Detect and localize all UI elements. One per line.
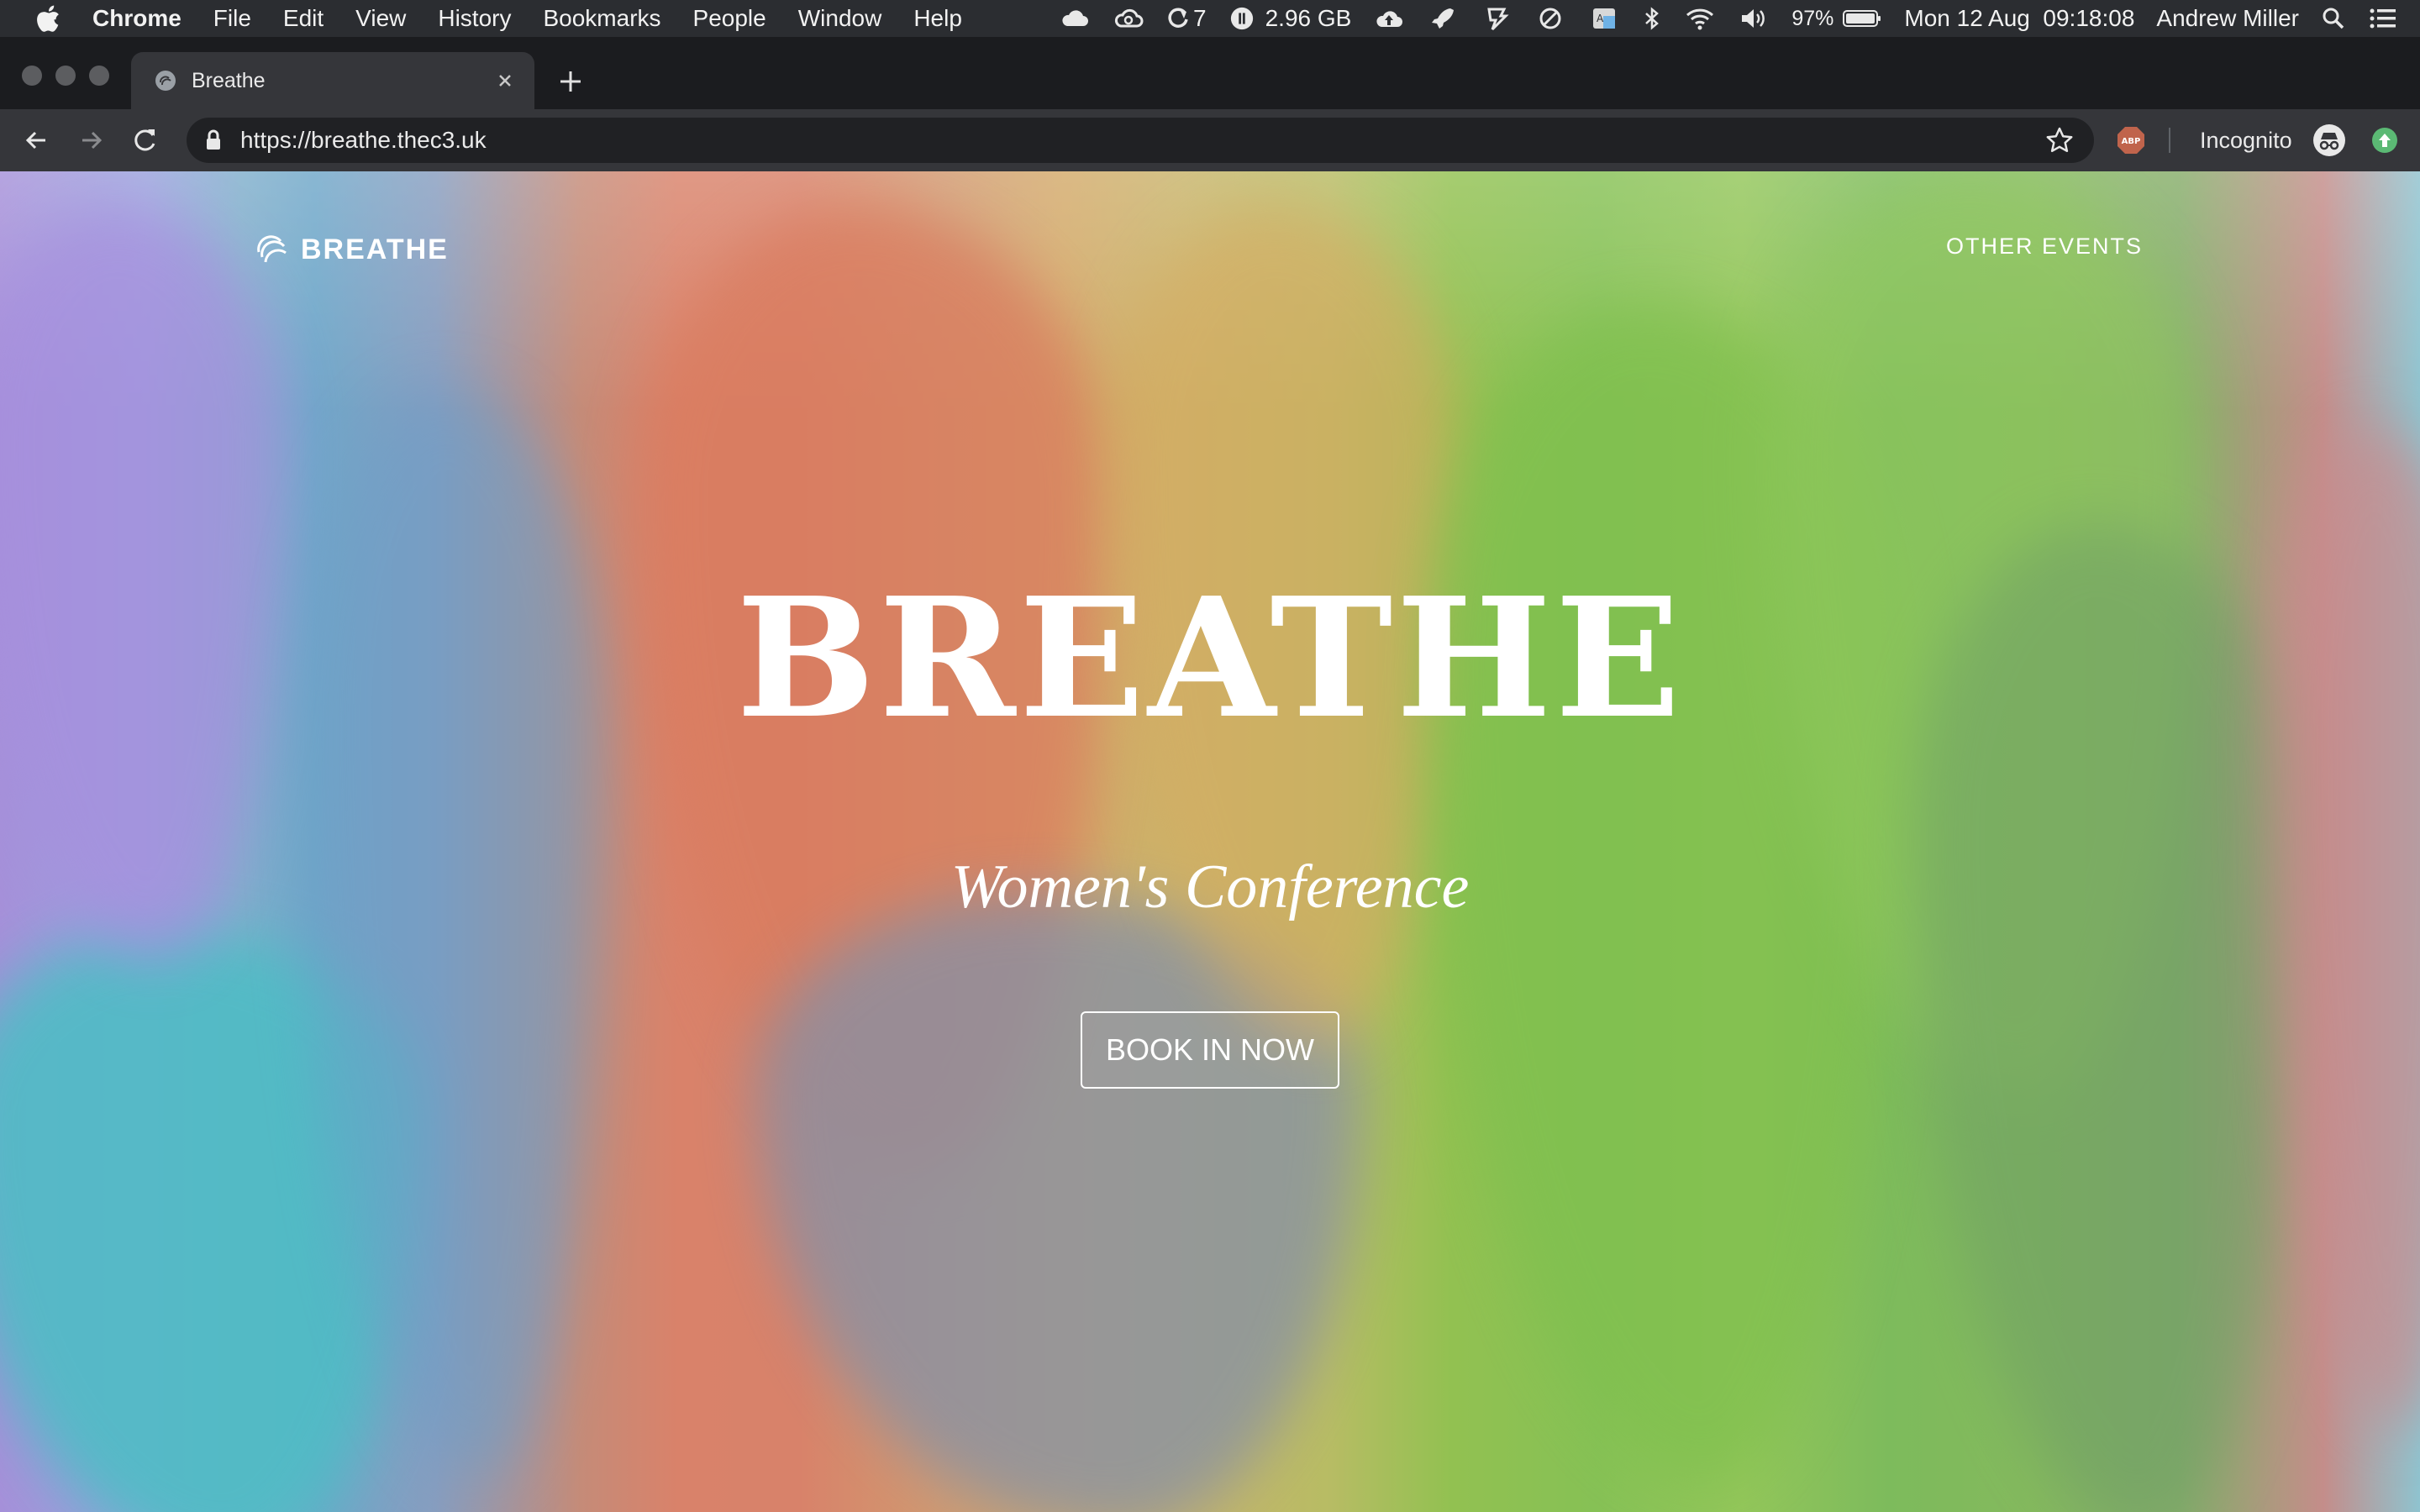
clock[interactable]: Mon 12 Aug 09:18:08: [1904, 5, 2134, 32]
browser-tab-breathe[interactable]: Breathe: [131, 52, 534, 109]
window-minimize-button[interactable]: [55, 66, 76, 86]
menu-history[interactable]: History: [438, 5, 511, 32]
close-tab-icon[interactable]: [494, 70, 516, 92]
nav-other-events-link[interactable]: OTHER EVENTS: [1946, 234, 2143, 260]
forward-arrow-icon[interactable]: [76, 124, 108, 156]
notification-counter[interactable]: 7: [1166, 5, 1207, 32]
cloud-upload-icon[interactable]: [1373, 6, 1405, 31]
address-bar[interactable]: https://breathe.thec3.uk: [187, 118, 2094, 163]
battery-percent: 97%: [1791, 6, 1834, 30]
wifi-icon[interactable]: [1684, 6, 1716, 31]
window-zoom-button[interactable]: [89, 66, 109, 86]
icloud-icon[interactable]: [1059, 6, 1091, 31]
browser-tab-strip: Breathe: [0, 37, 2420, 109]
menu-file[interactable]: File: [213, 5, 251, 32]
url-text[interactable]: https://breathe.thec3.uk: [240, 127, 487, 154]
toolbar-separator: [2169, 128, 2170, 153]
reload-icon[interactable]: [129, 124, 161, 156]
macos-menu-bar: Chrome File Edit View History Bookmarks …: [0, 0, 2420, 37]
user-name[interactable]: Andrew Miller: [2156, 5, 2299, 32]
incognito-label[interactable]: Incognito: [2200, 128, 2292, 154]
hero-subtitle: Women's Conference: [950, 853, 1470, 921]
apple-menu-icon[interactable]: [35, 4, 60, 33]
bolt-app-icon[interactable]: [1481, 6, 1512, 31]
tab-title: Breathe: [192, 68, 266, 92]
window-close-button[interactable]: [22, 66, 42, 86]
spotlight-search-icon[interactable]: [2321, 6, 2346, 31]
creative-cloud-icon[interactable]: [1113, 6, 1144, 31]
notification-center-icon[interactable]: [2368, 6, 2398, 31]
adblock-plus-icon[interactable]: ABP: [2116, 125, 2146, 155]
notification-count: 7: [1193, 5, 1207, 31]
browser-toolbar: https://breathe.thec3.uk ABP Incognito: [0, 109, 2420, 171]
volume-icon[interactable]: [1738, 6, 1770, 31]
site-favicon-icon: [155, 71, 176, 91]
menu-help[interactable]: Help: [913, 5, 962, 32]
bluetooth-icon[interactable]: [1642, 6, 1662, 31]
rocket-icon[interactable]: [1427, 6, 1459, 31]
adblock-label: ABP: [2122, 137, 2141, 146]
site-logo[interactable]: BREATHE: [254, 232, 449, 267]
do-not-disturb-icon[interactable]: [1534, 6, 1566, 31]
menu-view[interactable]: View: [355, 5, 406, 32]
menu-edit[interactable]: Edit: [283, 5, 324, 32]
memory-gauge-icon: [1228, 6, 1255, 31]
breathe-logo-icon: [257, 235, 287, 263]
menu-app-chrome[interactable]: Chrome: [92, 5, 182, 32]
back-arrow-icon[interactable]: [20, 124, 52, 156]
svg-text:A: A: [1597, 13, 1604, 24]
memory-value: 2.96 GB: [1265, 5, 1352, 31]
menu-people[interactable]: People: [693, 5, 766, 32]
bookmark-star-icon[interactable]: [2044, 124, 2075, 156]
incognito-icon[interactable]: [2312, 123, 2346, 157]
web-page-hero: BREATHE OTHER EVENTS BREATHE Women's Con…: [0, 171, 2420, 1512]
extension-update-icon[interactable]: [2371, 127, 2398, 154]
translate-app-icon[interactable]: A: [1588, 6, 1620, 31]
battery-icon: [1842, 6, 1882, 31]
memory-monitor[interactable]: 2.96 GB: [1228, 5, 1352, 32]
status-area: 7 2.96 GB A 97% Mon 12 Aug 09:18:08 Andr…: [1059, 0, 2420, 37]
hero-title: BREATHE: [736, 562, 1684, 755]
battery-status[interactable]: 97%: [1791, 6, 1882, 31]
site-logo-text: BREATHE: [301, 233, 449, 265]
sync-icon: [1166, 6, 1190, 31]
menu-window[interactable]: Window: [798, 5, 882, 32]
book-in-now-button[interactable]: BOOK IN NOW: [1081, 1011, 1339, 1089]
new-tab-icon[interactable]: [556, 67, 585, 96]
lock-icon[interactable]: [203, 129, 224, 152]
menu-bookmarks[interactable]: Bookmarks: [543, 5, 660, 32]
